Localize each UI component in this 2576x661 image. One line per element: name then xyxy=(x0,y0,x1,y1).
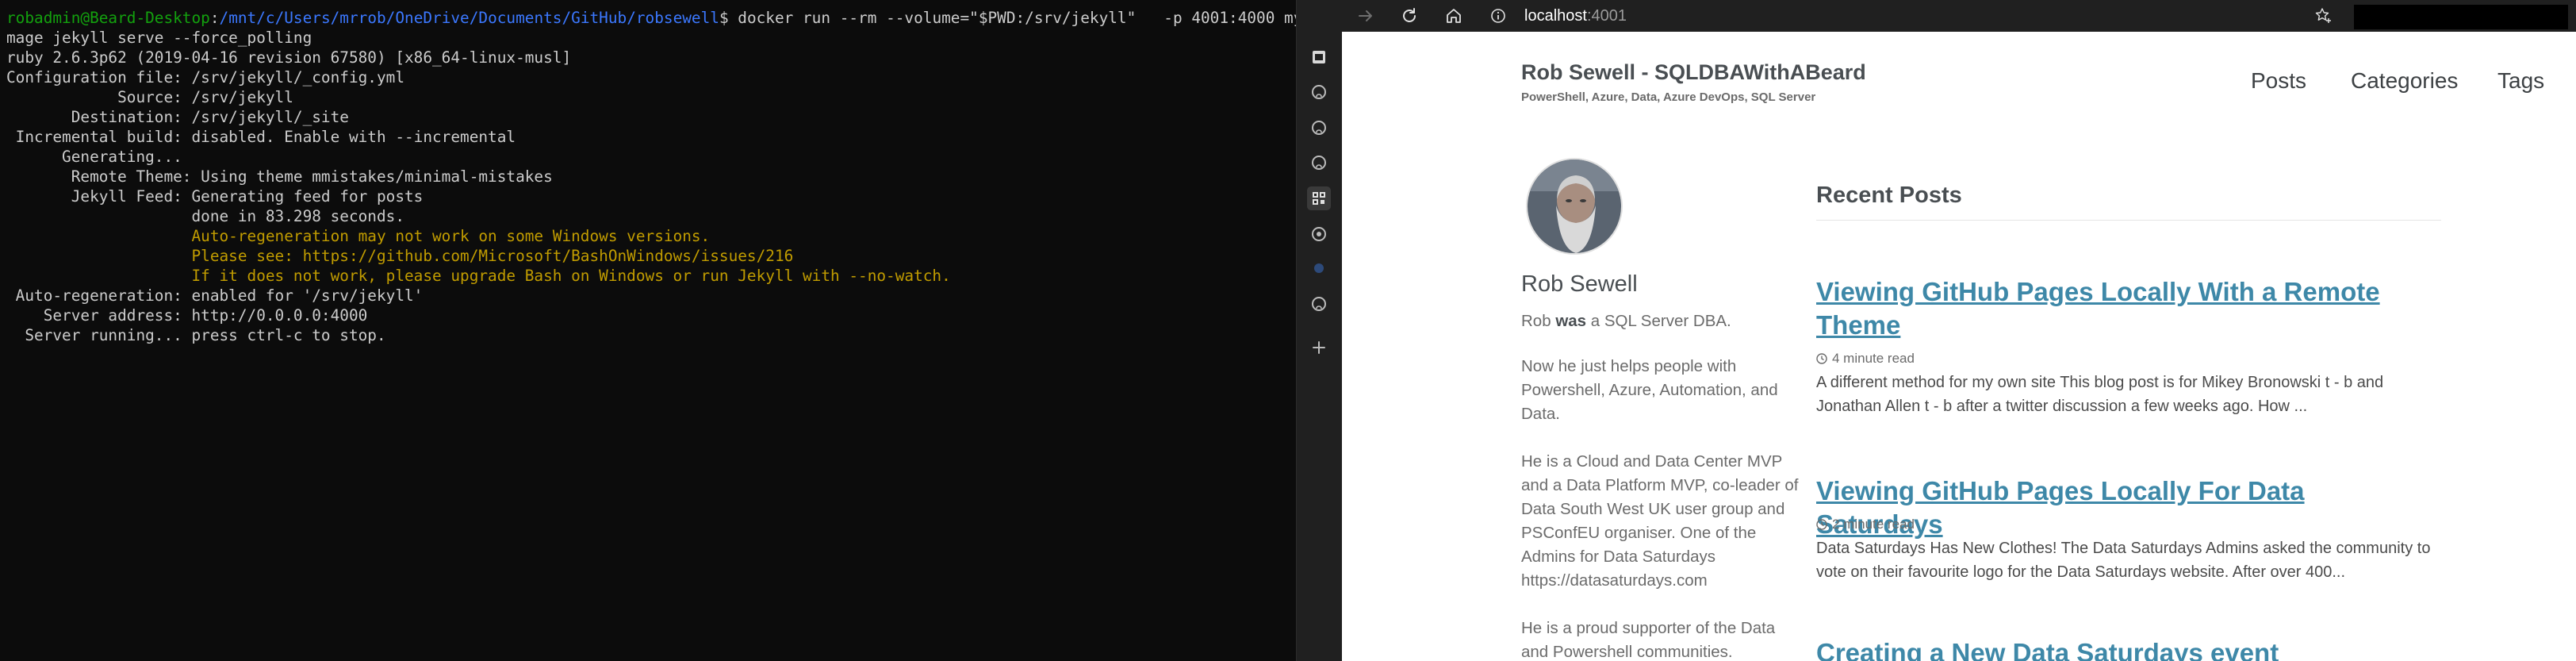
home-icon xyxy=(1447,9,1461,23)
nav-tags-link[interactable]: Tags xyxy=(2497,68,2544,94)
terminal-line: mage jekyll serve --force_polling xyxy=(6,29,312,47)
home-button[interactable] xyxy=(1441,3,1466,29)
command-text: $ docker run --rm --volume="$PWD:/srv/je… xyxy=(719,9,1296,27)
sidebar-github-button[interactable] xyxy=(1307,292,1331,316)
github-icon xyxy=(1312,85,1326,99)
clock-icon xyxy=(1816,353,1827,364)
terminal-window[interactable]: robadmin@Beard-Desktop:/mnt/c/Users/mrro… xyxy=(0,0,1296,661)
add-icon xyxy=(1313,341,1325,354)
sidebar-github-button[interactable] xyxy=(1307,116,1331,140)
page-icon xyxy=(1313,51,1325,63)
chrome-icon xyxy=(1312,227,1326,241)
author-bio: Rob was a SQL Server DBA. xyxy=(1521,312,1731,330)
terminal-line: done in 83.298 seconds. xyxy=(6,207,404,225)
post-title-link[interactable]: Creating a New Data Saturdays event xyxy=(1816,636,2419,661)
terminal-line: Incremental build: disabled. Enable with… xyxy=(6,128,516,146)
terminal-line: ruby 2.6.3p62 (2019-04-16 revision 67580… xyxy=(6,48,572,67)
post-read-time: 4 minute read xyxy=(1816,351,1915,367)
terminal-line: Destination: /srv/jekyll/_site xyxy=(6,108,349,126)
refresh-icon xyxy=(1403,8,1416,22)
github-icon xyxy=(1312,156,1326,170)
sidebar-chrome-button[interactable] xyxy=(1307,222,1331,246)
prompt-user: robadmin@Beard-Desktop xyxy=(6,9,210,27)
nav-categories-link[interactable]: Categories xyxy=(2351,68,2458,94)
terminal-line: Source: /srv/jekyll xyxy=(6,88,293,106)
terminal-line: Jekyll Feed: Generating feed for posts xyxy=(6,187,424,206)
favorite-button[interactable] xyxy=(2311,3,2336,29)
address-port: :4001 xyxy=(1586,7,1627,25)
favorite-icon xyxy=(2315,8,2331,23)
divider xyxy=(1816,220,2441,221)
terminal-line: Server running... press ctrl-c to stop. xyxy=(6,326,386,344)
address-bar[interactable]: localhost:4001 xyxy=(1524,6,1627,25)
qr-icon xyxy=(1313,192,1325,205)
nav-posts-link[interactable]: Posts xyxy=(2251,68,2306,94)
post-excerpt: Data Saturdays Has New Clothes! The Data… xyxy=(1816,540,2431,581)
github-icon xyxy=(1314,263,1324,273)
profile-area[interactable] xyxy=(2354,5,2568,29)
post-title-link[interactable]: Viewing GitHub Pages Locally With a Remo… xyxy=(1816,275,2419,342)
sidebar-github-button[interactable] xyxy=(1307,256,1331,280)
prompt-path: /mnt/c/Users/mrrob/OneDrive/Documents/Gi… xyxy=(219,9,719,27)
sidebar-add-button[interactable] xyxy=(1307,336,1331,359)
avatar-image xyxy=(1528,159,1621,253)
author-bio: Now he just helps people with Powershell… xyxy=(1521,357,1778,423)
address-host: localhost xyxy=(1524,7,1587,25)
terminal-warning-line: Please see: https://github.com/Microsoft… xyxy=(6,247,794,265)
sidebar-page-button[interactable] xyxy=(1307,45,1331,69)
sidebar-github-button[interactable] xyxy=(1307,80,1331,104)
sidebar-qr-button[interactable] xyxy=(1307,186,1331,210)
terminal-output: robadmin@Beard-Desktop:/mnt/c/Users/mrro… xyxy=(6,8,1296,345)
terminal-line: robadmin@Beard-Desktop:/mnt/c/Users/mrro… xyxy=(6,8,1296,28)
author-avatar xyxy=(1526,158,1623,255)
post-excerpt: A different method for my own site This … xyxy=(1816,374,2384,415)
terminal-line: Configuration file: /srv/jekyll/_config.… xyxy=(6,68,404,86)
terminal-line: Generating... xyxy=(6,148,182,166)
github-icon xyxy=(1312,121,1326,135)
author-name: Rob Sewell xyxy=(1521,271,1638,297)
post-read-time: 2 minute read xyxy=(1816,517,1915,532)
clock-icon xyxy=(1816,519,1827,530)
recent-posts-heading: Recent Posts xyxy=(1816,183,1962,208)
site-title[interactable]: Rob Sewell - SQLDBAWithABeard xyxy=(1521,60,1866,85)
terminal-line: Server address: http://0.0.0.0:4000 xyxy=(6,306,368,325)
author-bio: He is a proud supporter of the Data and … xyxy=(1521,619,1776,661)
forward-button[interactable] xyxy=(1353,3,1378,29)
info-icon xyxy=(1491,9,1505,23)
terminal-line: Auto-regeneration: enabled for '/srv/jek… xyxy=(6,286,424,305)
terminal-warning-line: Auto-regeneration may not work on some W… xyxy=(6,227,711,245)
site-subtitle: PowerShell, Azure, Data, Azure DevOps, S… xyxy=(1521,90,1816,104)
web-page: Rob Sewell - SQLDBAWithABeard PowerShell… xyxy=(1342,32,2576,661)
sidebar-github-button[interactable] xyxy=(1307,151,1331,175)
refresh-button[interactable] xyxy=(1397,3,1422,29)
author-bio: He is a Cloud and Data Center MVP and a … xyxy=(1521,452,1799,590)
terminal-warning-line: If it does not work, please upgrade Bash… xyxy=(6,267,951,285)
github-icon xyxy=(1312,297,1326,311)
site-info-button[interactable] xyxy=(1485,3,1511,29)
terminal-line: Remote Theme: Using theme mmistakes/mini… xyxy=(6,167,553,186)
forward-icon xyxy=(1359,10,1372,21)
